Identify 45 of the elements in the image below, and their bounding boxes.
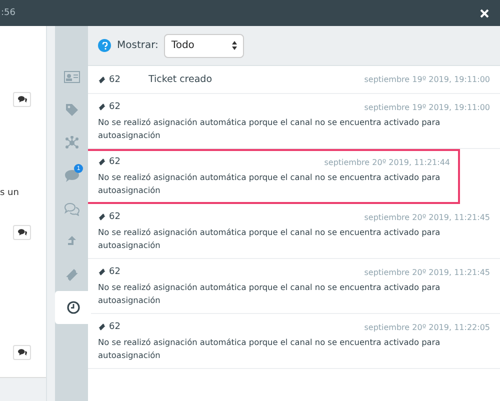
ticket-icon bbox=[98, 158, 106, 166]
chat-icon bbox=[18, 229, 26, 236]
id-card-icon bbox=[64, 70, 80, 82]
sort-icon bbox=[232, 41, 238, 50]
time-text: :56 bbox=[1, 8, 16, 18]
entry-date: septiembre 20º 2019, 11:21:45 bbox=[364, 212, 490, 222]
tag-icon bbox=[64, 102, 78, 116]
ticket-number: 62 bbox=[98, 322, 120, 332]
ticket-icon bbox=[98, 103, 106, 111]
ticket-number: 62 bbox=[98, 267, 120, 277]
ticket-number: 62 bbox=[98, 157, 120, 167]
entry-text: No se realizó asignación automática porque el canal no se encuentra activado para autoasignación bbox=[98, 336, 442, 362]
entry-text: No se realizó asignación automática porque el canal no se encuentra activado para autoasignación bbox=[98, 171, 442, 197]
filter-label: Mostrar: bbox=[117, 40, 158, 51]
ticket-icon bbox=[98, 323, 106, 331]
chat-button[interactable] bbox=[13, 225, 31, 240]
ticket-icon bbox=[64, 268, 78, 282]
ticket-number: 62 bbox=[98, 74, 120, 84]
filter-select[interactable]: Todo bbox=[164, 34, 244, 58]
chat-button[interactable] bbox=[13, 345, 31, 360]
network-icon bbox=[64, 136, 78, 150]
entry-date: septiembre 20º 2019, 11:21:45 bbox=[364, 268, 490, 276]
ticket-icon bbox=[98, 213, 106, 221]
ticket-icon bbox=[98, 268, 106, 276]
entry-text: Ticket creado bbox=[148, 74, 212, 85]
entry-text: No se realizó asignación automática porque el canal no se encuentra activado para autoasignación bbox=[98, 226, 442, 252]
speech-bubble-icon bbox=[64, 168, 80, 182]
ticket-number: 62 bbox=[98, 212, 120, 222]
message-text: s un bbox=[0, 188, 19, 198]
close-icon[interactable] bbox=[480, 8, 488, 18]
entry-text: No se realizó asignación automática porque el canal no se encuentra activado para autoasignación bbox=[98, 116, 442, 142]
entry-text: No se realizó asignación automática porque el canal no se encuentra activado para autoasignación bbox=[98, 281, 442, 307]
entry-date: septiembre 20º 2019, 11:22:05 bbox=[364, 322, 490, 332]
chat-icon bbox=[18, 349, 26, 356]
chat-icon bbox=[18, 96, 26, 103]
speech-bubbles-icon bbox=[64, 202, 80, 216]
entry-date: septiembre 19º 2019, 19:11:00 bbox=[364, 75, 490, 84]
chat-button[interactable] bbox=[13, 92, 31, 107]
entry-date: septiembre 19º 2019, 19:11:00 bbox=[364, 102, 490, 112]
entry-date: septiembre 20º 2019, 11:21:44 bbox=[324, 158, 450, 166]
sidebar-tab[interactable] bbox=[55, 291, 91, 324]
ticket-number: 62 bbox=[98, 102, 120, 112]
clock-icon bbox=[66, 301, 80, 314]
help-icon[interactable] bbox=[98, 39, 111, 52]
ticket-icon bbox=[98, 76, 106, 84]
